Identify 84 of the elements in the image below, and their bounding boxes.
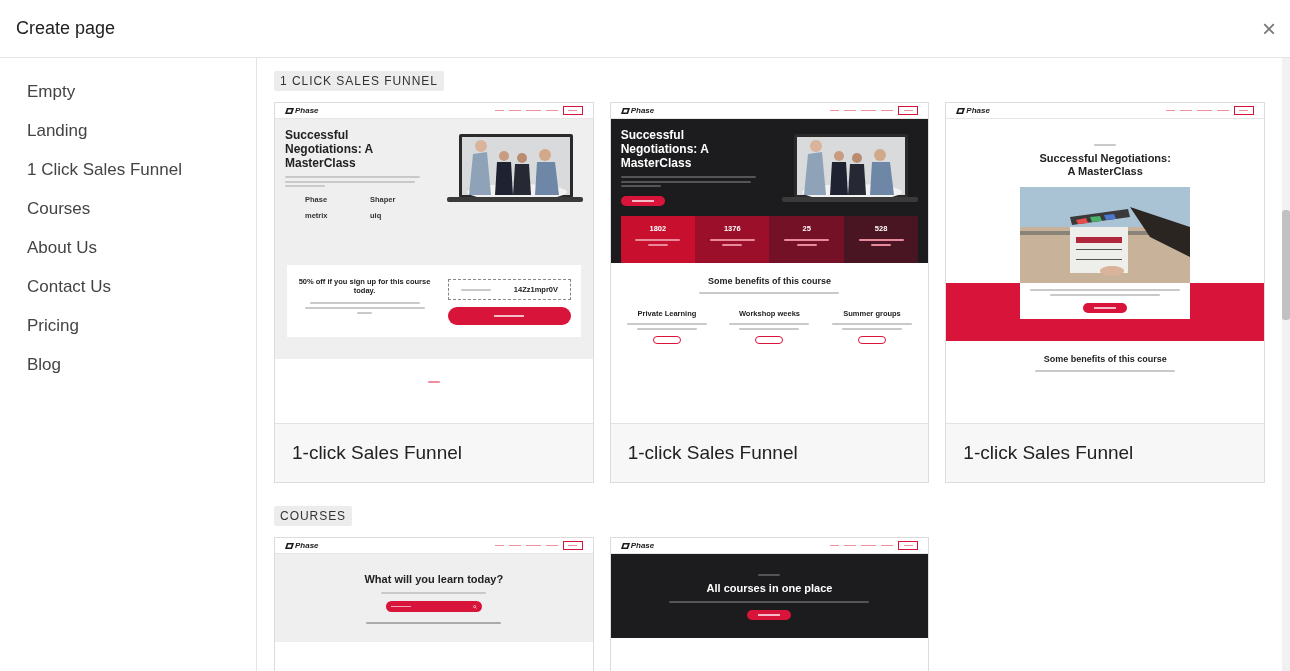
template-card[interactable]: Phase What will you learn today?: [274, 537, 594, 671]
sidebar-item[interactable]: About Us: [27, 236, 256, 259]
sign-in-button: [562, 106, 583, 115]
scrollbar[interactable]: [1282, 58, 1290, 671]
close-button[interactable]: ×: [1262, 16, 1276, 41]
template-name: 1-click Sales Funnel: [946, 423, 1264, 482]
text-line: [842, 327, 903, 330]
template-name: 1-click Sales Funnel: [275, 423, 593, 482]
text-line: [796, 243, 817, 246]
template-card[interactable]: Phase Successful Negotiations: A MasterClass Some benefits of this course 1-click Sales Funnel: [945, 102, 1265, 483]
text-line: [285, 185, 325, 187]
brand-name: Phase: [295, 541, 319, 550]
brand-name: Phase: [966, 106, 990, 115]
nav-link: [1197, 109, 1212, 112]
text-line: [758, 574, 781, 576]
nav-link: [1180, 109, 1192, 112]
sign-in-button: [562, 541, 583, 550]
sign-in-button: [898, 541, 919, 550]
dialog-title: Create page: [16, 17, 116, 40]
nav-link: [494, 109, 504, 112]
nav-link: [508, 544, 521, 547]
hero-heading: All courses in one place: [706, 583, 833, 594]
nav-link: [830, 544, 840, 547]
logo-icon: [285, 107, 294, 114]
text-line: [784, 238, 830, 241]
template-card[interactable]: Phase All courses in one place: [609, 537, 930, 671]
text-line: [460, 288, 491, 291]
nav-link: [525, 544, 541, 547]
logo-icon: [620, 542, 630, 549]
template-name: 1-click Sales Funnel: [610, 423, 929, 482]
logo-icon: [620, 107, 630, 114]
hero-heading: Successful Negotiations: A MasterClass: [285, 128, 374, 170]
sign-in-button: [898, 106, 919, 115]
text-line: [871, 243, 892, 246]
nav-link: [844, 544, 857, 547]
nav-link: [545, 109, 558, 112]
text-line: [858, 238, 904, 241]
nav-link: [844, 109, 857, 112]
nav-link: [545, 544, 558, 547]
text-line: [357, 312, 372, 314]
sidebar-item[interactable]: Landing: [27, 119, 256, 142]
text-line: [709, 238, 755, 241]
text-line: [1094, 144, 1117, 146]
text-line: [647, 243, 668, 246]
nav-link: [494, 544, 504, 547]
nav-link: [861, 109, 877, 112]
brand-name: Phase: [295, 106, 319, 115]
text-line: [739, 327, 800, 330]
logo-icon: [285, 542, 294, 549]
hero-heading: What will you learn today?: [364, 574, 504, 585]
nav-link: [881, 109, 894, 112]
sidebar-item[interactable]: Contact Us: [27, 275, 256, 298]
sidebar-item[interactable]: Blog: [27, 353, 256, 376]
text-line: [636, 327, 697, 330]
sidebar-item[interactable]: Courses: [27, 197, 256, 220]
nav-link: [1217, 109, 1229, 112]
brand-name: Phase: [630, 541, 655, 550]
sidebar-item[interactable]: Empty: [27, 80, 256, 103]
text-line: [427, 381, 440, 383]
logo-icon: [956, 107, 966, 114]
nav-link: [861, 544, 877, 547]
sidebar-item[interactable]: Pricing: [27, 314, 256, 337]
sign-up-button: [747, 610, 792, 620]
section-heading: Some benefits of this course: [1043, 355, 1167, 364]
section-tag: 1 CLICK SALES FUNNEL: [274, 71, 444, 91]
text-line: [620, 185, 661, 187]
scrollbar-thumb[interactable]: [1282, 210, 1290, 320]
enroll-button: [1083, 303, 1128, 313]
nav-link: [1166, 109, 1175, 112]
section-heading: Some benefits of this course: [707, 277, 831, 286]
section-tag: COURSES: [274, 506, 353, 526]
sidebar-item[interactable]: 1 Click Sales Funnel: [27, 158, 256, 181]
text-line: [722, 243, 743, 246]
nav-link: [525, 109, 541, 112]
nav-link: [881, 544, 894, 547]
sign-in-button: [1234, 106, 1254, 115]
hero-heading: Successful Negotiations: A MasterClass: [620, 128, 710, 170]
search-icon: [472, 604, 477, 609]
nav-link: [830, 109, 840, 112]
enroll-button: [620, 196, 665, 206]
hero-heading: Successful Negotiations: A MasterClass: [1038, 152, 1172, 178]
nav-link: [508, 109, 521, 112]
text-line: [635, 238, 681, 241]
brand-name: Phase: [630, 106, 655, 115]
